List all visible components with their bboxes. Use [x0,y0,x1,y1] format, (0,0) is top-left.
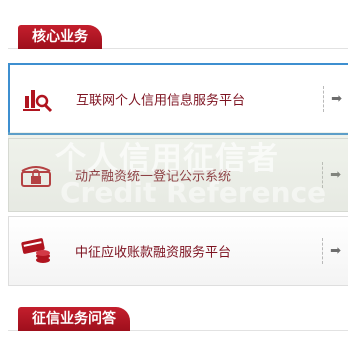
divider [322,162,323,188]
arrow-right-icon[interactable]: ➡ [331,92,342,107]
divider [323,86,324,112]
divider [322,238,323,264]
core-business-header: 核心业务 [8,22,348,49]
service-label: 动产融资统一登记公示系统 [75,169,232,185]
arrow-right-icon[interactable]: ➡ [330,168,341,183]
service-card-credit-platform[interactable]: 互联网个人信用信息服务平台 ➡ [8,63,348,135]
card-coins-icon [19,236,53,266]
magnifier-bars-icon [20,84,54,114]
lock-icon [19,160,53,190]
service-label: 中征应收账款融资服务平台 [75,245,232,261]
core-business-title: 核心业务 [18,25,102,49]
arrow-right-icon[interactable]: ➡ [330,244,341,259]
service-card-receivables-platform[interactable]: 中征应收账款融资服务平台 ➡ [8,216,348,286]
credit-qa-header: 征信业务问答 [8,304,348,331]
service-card-movable-registry[interactable]: 动产融资统一登记公示系统 ➡ [8,138,348,212]
credit-qa-title[interactable]: 征信业务问答 [18,307,130,331]
service-label: 互联网个人信用信息服务平台 [76,93,246,109]
